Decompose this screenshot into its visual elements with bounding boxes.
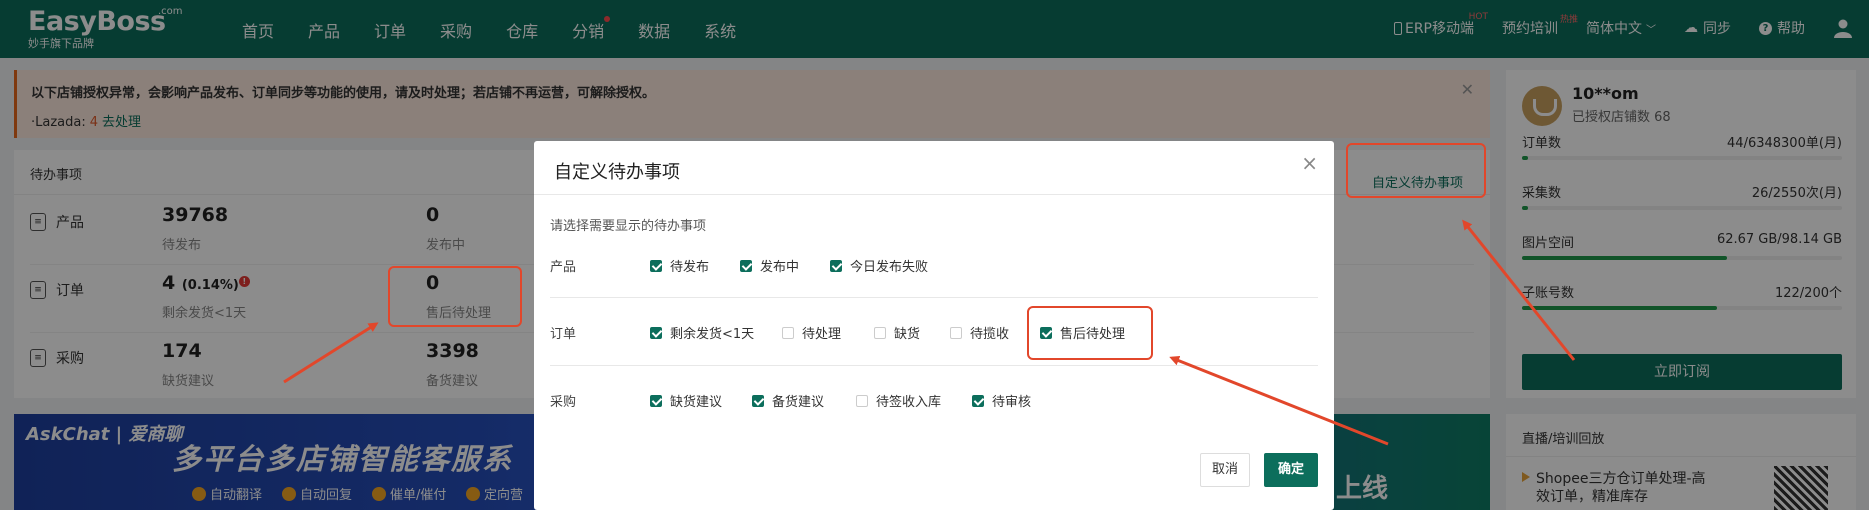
checkbox xyxy=(950,326,962,339)
divider xyxy=(550,365,1318,366)
group-label: 产品 xyxy=(550,260,577,275)
checkbox-purchase-receive[interactable]: 待签收入库 xyxy=(856,391,941,410)
checkbox-purchase-shortage[interactable]: 缺货建议 xyxy=(650,391,722,410)
checkbox-purchase-review[interactable]: 待审核 xyxy=(972,391,1031,410)
checkbox xyxy=(650,394,662,407)
dialog-hint: 请选择需要显示的待办事项 xyxy=(550,219,707,234)
divider xyxy=(534,194,1334,195)
checkbox xyxy=(752,394,764,407)
checkbox-product-failed-today[interactable]: 今日发布失败 xyxy=(830,256,928,275)
custom-todo-dialog: 自定义待办事项 × 请选择需要显示的待办事项 产品 待发布 发布中 今日发布失败… xyxy=(534,141,1334,510)
annotation-highlight-box xyxy=(1027,306,1153,360)
checkbox-label: 发布中 xyxy=(760,260,800,275)
cancel-button[interactable]: 取消 xyxy=(1200,453,1250,487)
group-label: 订单 xyxy=(550,327,577,342)
checkbox xyxy=(740,259,752,272)
checkbox-purchase-stocking[interactable]: 备货建议 xyxy=(752,391,824,410)
checkbox xyxy=(856,394,868,407)
checkbox-label: 缺货建议 xyxy=(670,395,723,410)
close-icon[interactable]: × xyxy=(1301,151,1318,175)
annotation-highlight-box xyxy=(1346,143,1486,198)
checkbox-label: 待揽收 xyxy=(970,327,1010,342)
checkbox-order-pending[interactable]: 待处理 xyxy=(782,323,841,342)
checkbox xyxy=(650,259,662,272)
checkbox-label: 待审核 xyxy=(992,395,1032,410)
confirm-button[interactable]: 确定 xyxy=(1264,453,1318,487)
dialog-title: 自定义待办事项 xyxy=(554,162,680,183)
checkbox-label: 待处理 xyxy=(802,327,842,342)
checkbox-order-ship-soon[interactable]: 剩余发货<1天 xyxy=(650,323,754,342)
checkbox xyxy=(650,326,662,339)
checkbox-label: 今日发布失败 xyxy=(850,260,929,275)
checkbox xyxy=(830,259,842,272)
annotation-highlight-box xyxy=(388,266,522,327)
divider xyxy=(550,297,1318,298)
checkbox-label: 缺货 xyxy=(894,327,921,342)
checkbox-product-publishing[interactable]: 发布中 xyxy=(740,256,799,275)
checkbox-order-out-of-stock[interactable]: 缺货 xyxy=(874,323,920,342)
checkbox-label: 剩余发货<1天 xyxy=(670,327,755,342)
checkbox xyxy=(782,326,794,339)
checkbox-product-pending[interactable]: 待发布 xyxy=(650,256,709,275)
checkbox-label: 备货建议 xyxy=(772,395,825,410)
checkbox-label: 待发布 xyxy=(670,260,710,275)
checkbox xyxy=(874,326,886,339)
checkbox-label: 待签收入库 xyxy=(876,395,942,410)
checkbox-order-pickup[interactable]: 待揽收 xyxy=(950,323,1009,342)
checkbox xyxy=(972,394,984,407)
group-label: 采购 xyxy=(550,395,577,410)
